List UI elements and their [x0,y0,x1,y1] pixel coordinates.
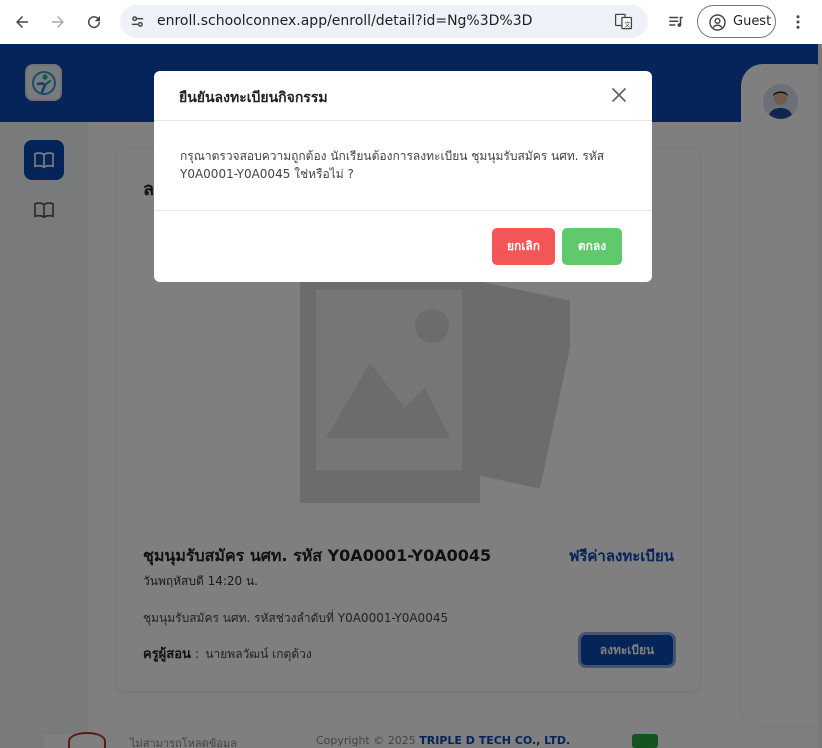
forward-arrow-icon [52,16,64,28]
more-vert-icon [796,15,800,29]
cancel-button[interactable]: ยกเลิก [492,228,555,265]
dialog-message: กรุณาตรวจสอบความถูกต้อง นักเรียนต้องการล… [180,149,605,181]
dialog-title: ยืนยันลงทะเบียนกิจกรรม [179,90,328,106]
svg-text:文: 文 [624,19,631,28]
url-text[interactable]: enroll.schoolconnex.app/enroll/detail?id… [157,13,532,29]
profile-label: Guest [733,14,772,29]
browser-toolbar: enroll.schoolconnex.app/enroll/detail?id… [0,0,822,44]
dialog-divider [154,120,652,121]
ok-button[interactable]: ตกลง [562,228,622,265]
close-icon[interactable] [609,85,629,105]
account-circle-icon [709,14,726,31]
address-bar[interactable]: enroll.schoolconnex.app/enroll/detail?id… [120,5,648,38]
profile-button[interactable]: Guest [697,5,776,38]
site-info-icon[interactable] [129,13,146,30]
back-arrow-icon [16,16,28,28]
forward-button[interactable] [44,8,72,36]
dialog-divider [154,210,652,211]
media-button[interactable] [662,8,690,36]
browser-menu-button[interactable] [784,8,812,36]
reload-button[interactable] [80,8,108,36]
reload-icon [88,16,101,29]
media-icon [669,16,683,27]
translate-icon[interactable]: 文 [614,12,633,31]
back-button[interactable] [8,8,36,36]
confirm-dialog: ยืนยันลงทะเบียนกิจกรรม กรุณาตรวจสอบความถ… [154,71,652,282]
